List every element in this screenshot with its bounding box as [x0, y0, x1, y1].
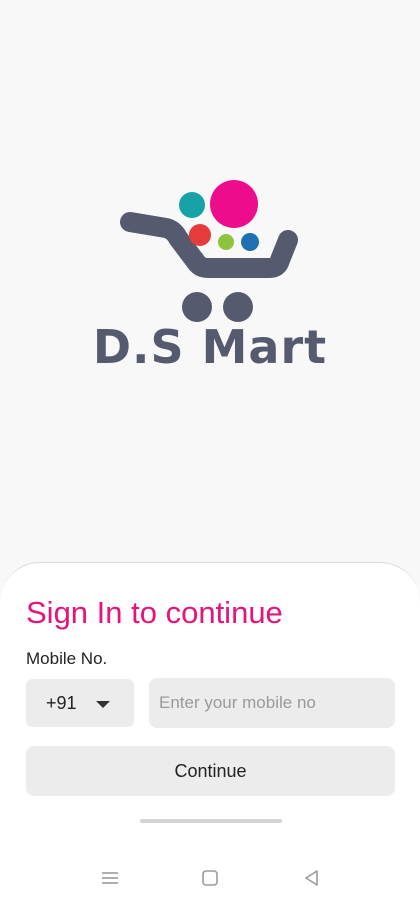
signin-title: Sign In to continue: [26, 595, 283, 630]
app-screen: D.S Mart Sign In to continue Mobile No. …: [0, 0, 420, 900]
shopping-cart-logo-icon: [120, 180, 298, 322]
continue-button[interactable]: Continue: [26, 746, 395, 796]
chevron-down-icon: [96, 701, 110, 708]
system-navbar: [0, 850, 420, 900]
mobile-label: Mobile No.: [26, 649, 108, 668]
country-code-value: +91: [46, 693, 77, 713]
home-square-icon[interactable]: [200, 868, 220, 888]
back-triangle-icon[interactable]: [302, 868, 322, 888]
home-indicator: [140, 819, 282, 823]
country-code-select[interactable]: +91: [26, 679, 134, 727]
menu-icon[interactable]: [100, 868, 120, 888]
brand-logo: D.S Mart: [0, 170, 420, 390]
brand-name: D.S Mart: [92, 320, 328, 374]
mobile-number-input[interactable]: [149, 678, 395, 728]
